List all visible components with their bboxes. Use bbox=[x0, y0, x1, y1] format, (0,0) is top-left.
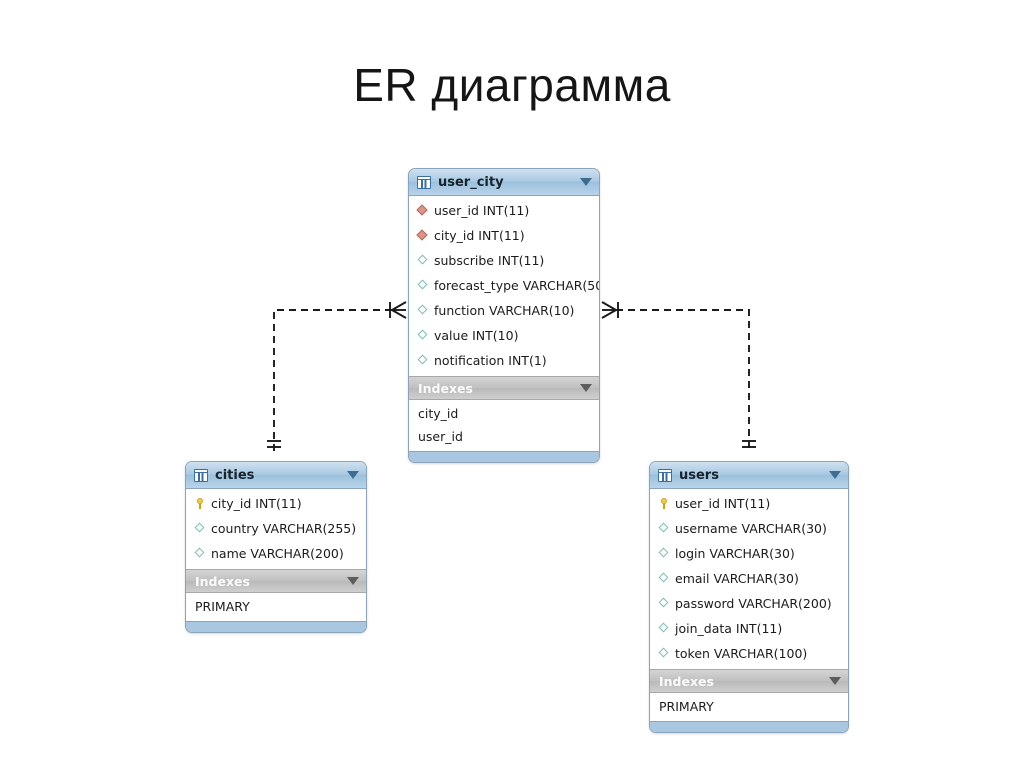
table-header-user_city[interactable]: user_city bbox=[409, 169, 599, 196]
relationship-line bbox=[616, 309, 750, 452]
index-list: city_id user_id bbox=[409, 400, 599, 451]
column-icon bbox=[418, 255, 429, 266]
table-column[interactable]: username VARCHAR(30) bbox=[650, 516, 848, 541]
one-cardinality-marker bbox=[742, 440, 756, 448]
table-column[interactable]: name VARCHAR(200) bbox=[186, 541, 366, 566]
column-list: user_id INT(11) city_id INT(11) subscribe … bbox=[409, 196, 599, 376]
indexes-label: Indexes bbox=[659, 673, 714, 689]
er-table-user_city[interactable]: user_city user_id INT(11) city_id INT(11) s… bbox=[408, 168, 600, 463]
column-label: forecast_type VARCHAR(50) bbox=[434, 278, 600, 293]
table-column[interactable]: token VARCHAR(100) bbox=[650, 641, 848, 666]
column-icon bbox=[659, 623, 670, 634]
index-row[interactable]: city_id bbox=[409, 402, 599, 425]
one-cardinality-marker bbox=[267, 440, 281, 448]
column-icon bbox=[195, 548, 206, 559]
table-header-users[interactable]: users bbox=[650, 462, 848, 489]
er-table-users[interactable]: users user_id INT(11) username VARCHAR(30)… bbox=[649, 461, 849, 733]
table-footer bbox=[409, 451, 599, 462]
index-list: PRIMARY bbox=[650, 693, 848, 721]
column-label: function VARCHAR(10) bbox=[434, 303, 575, 318]
foreign-key-icon bbox=[418, 205, 429, 216]
table-icon bbox=[658, 468, 672, 482]
primary-key-icon bbox=[195, 498, 206, 509]
column-list: city_id INT(11) country VARCHAR(255) name … bbox=[186, 489, 366, 569]
relationship-cities-user_city bbox=[267, 301, 407, 452]
foreign-key-icon bbox=[418, 230, 429, 241]
table-column[interactable]: user_id INT(11) bbox=[409, 198, 599, 223]
table-column[interactable]: notification INT(1) bbox=[409, 348, 599, 373]
column-icon bbox=[659, 648, 670, 659]
chevron-down-icon[interactable] bbox=[829, 471, 841, 479]
table-column[interactable]: forecast_type VARCHAR(50) bbox=[409, 273, 599, 298]
index-row[interactable]: user_id bbox=[409, 425, 599, 448]
column-icon bbox=[418, 280, 429, 291]
table-column[interactable]: value INT(10) bbox=[409, 323, 599, 348]
table-header-cities[interactable]: cities bbox=[186, 462, 366, 489]
chevron-down-icon[interactable] bbox=[347, 471, 359, 479]
relationship-line bbox=[273, 309, 392, 452]
column-icon bbox=[418, 355, 429, 366]
table-footer bbox=[186, 621, 366, 632]
index-list: PRIMARY bbox=[186, 593, 366, 621]
indexes-header-users[interactable]: Indexes bbox=[650, 669, 848, 693]
table-icon bbox=[417, 175, 431, 189]
chevron-down-icon[interactable] bbox=[580, 178, 592, 186]
table-column[interactable]: email VARCHAR(30) bbox=[650, 566, 848, 591]
column-label: user_id INT(11) bbox=[675, 496, 771, 511]
crows-foot-many-marker bbox=[389, 301, 407, 319]
column-label: name VARCHAR(200) bbox=[211, 546, 344, 561]
table-column[interactable]: join_data INT(11) bbox=[650, 616, 848, 641]
relationship-users-user_city bbox=[601, 301, 756, 452]
indexes-header-cities[interactable]: Indexes bbox=[186, 569, 366, 593]
crows-foot-many-marker bbox=[601, 301, 619, 319]
indexes-header-user_city[interactable]: Indexes bbox=[409, 376, 599, 400]
column-label: notification INT(1) bbox=[434, 353, 547, 368]
primary-key-icon bbox=[659, 498, 670, 509]
table-column[interactable]: login VARCHAR(30) bbox=[650, 541, 848, 566]
chevron-down-icon[interactable] bbox=[829, 677, 841, 685]
index-row[interactable]: PRIMARY bbox=[650, 695, 848, 718]
table-column[interactable]: function VARCHAR(10) bbox=[409, 298, 599, 323]
column-label: login VARCHAR(30) bbox=[675, 546, 795, 561]
table-column[interactable]: country VARCHAR(255) bbox=[186, 516, 366, 541]
column-icon bbox=[195, 523, 206, 534]
table-column[interactable]: city_id INT(11) bbox=[409, 223, 599, 248]
table-name: cities bbox=[215, 467, 255, 483]
column-label: city_id INT(11) bbox=[211, 496, 302, 511]
chevron-down-icon[interactable] bbox=[580, 384, 592, 392]
column-icon bbox=[418, 305, 429, 316]
column-label: city_id INT(11) bbox=[434, 228, 525, 243]
table-column[interactable]: user_id INT(11) bbox=[650, 491, 848, 516]
column-icon bbox=[659, 523, 670, 534]
table-icon bbox=[194, 468, 208, 482]
column-label: country VARCHAR(255) bbox=[211, 521, 357, 536]
column-label: email VARCHAR(30) bbox=[675, 571, 799, 586]
column-list: user_id INT(11) username VARCHAR(30) login… bbox=[650, 489, 848, 669]
chevron-down-icon[interactable] bbox=[347, 577, 359, 585]
column-label: join_data INT(11) bbox=[675, 621, 783, 636]
indexes-label: Indexes bbox=[418, 380, 473, 396]
column-icon bbox=[659, 573, 670, 584]
column-label: subscribe INT(11) bbox=[434, 253, 545, 268]
column-label: password VARCHAR(200) bbox=[675, 596, 832, 611]
index-row[interactable]: PRIMARY bbox=[186, 595, 366, 618]
table-column[interactable]: password VARCHAR(200) bbox=[650, 591, 848, 616]
table-column[interactable]: subscribe INT(11) bbox=[409, 248, 599, 273]
indexes-label: Indexes bbox=[195, 573, 250, 589]
column-label: user_id INT(11) bbox=[434, 203, 530, 218]
column-label: value INT(10) bbox=[434, 328, 519, 343]
column-icon bbox=[659, 598, 670, 609]
table-name: users bbox=[679, 467, 719, 483]
table-footer bbox=[650, 721, 848, 732]
column-label: token VARCHAR(100) bbox=[675, 646, 808, 661]
page-title: ER диаграмма bbox=[353, 59, 671, 111]
table-column[interactable]: city_id INT(11) bbox=[186, 491, 366, 516]
column-icon bbox=[418, 330, 429, 341]
er-table-cities[interactable]: cities city_id INT(11) country VARCHAR(255… bbox=[185, 461, 367, 633]
column-icon bbox=[659, 548, 670, 559]
column-label: username VARCHAR(30) bbox=[675, 521, 827, 536]
table-name: user_city bbox=[438, 174, 504, 190]
